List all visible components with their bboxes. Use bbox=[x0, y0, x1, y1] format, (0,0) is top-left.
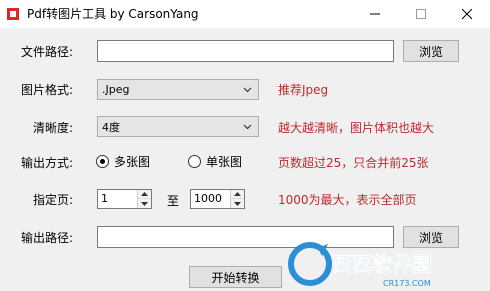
clarity-hint: 越大越清晰，图片体积也越大 bbox=[278, 121, 435, 135]
chevron-down-icon bbox=[243, 124, 252, 130]
title-bar: Pdf转图片工具 by CarsonYang bbox=[0, 0, 490, 28]
clarity-label: 清晰度: bbox=[33, 121, 74, 135]
radio-unselected-icon bbox=[188, 155, 201, 168]
format-hint: 推荐Jpeg bbox=[278, 83, 329, 97]
page-from-down-button[interactable] bbox=[138, 199, 151, 208]
radio-single-label: 单张图 bbox=[206, 155, 243, 169]
page-from-up-button[interactable] bbox=[138, 190, 151, 199]
mode-hint: 页数超过25，只合并前25张 bbox=[278, 156, 429, 170]
file-path-label: 文件路径: bbox=[21, 45, 74, 59]
maximize-icon bbox=[416, 9, 426, 19]
page-to-up-button[interactable] bbox=[231, 190, 244, 199]
format-select[interactable]: .Jpeg bbox=[97, 79, 259, 100]
clarity-select[interactable]: 4度 bbox=[97, 116, 259, 137]
caret-up-icon bbox=[234, 192, 241, 196]
pages-hint: 1000为最大，表示全部页 bbox=[278, 193, 417, 207]
page-to-value: 1000 bbox=[194, 192, 222, 205]
format-select-value: .Jpeg bbox=[102, 83, 130, 96]
page-to-down-button[interactable] bbox=[231, 199, 244, 208]
window-title: Pdf转图片工具 by CarsonYang bbox=[27, 7, 199, 21]
svg-text:西西软件园: 西西软件园 bbox=[332, 252, 432, 276]
page-from-value: 1 bbox=[101, 192, 108, 205]
svg-text:CR173.COM: CR173.COM bbox=[383, 279, 431, 288]
page-to-stepper[interactable]: 1000 bbox=[190, 189, 245, 209]
browse-file-button[interactable]: 浏览 bbox=[403, 40, 459, 62]
close-button[interactable] bbox=[444, 0, 490, 28]
minimize-button[interactable] bbox=[352, 0, 398, 28]
start-convert-button[interactable]: 开始转换 bbox=[189, 266, 282, 288]
maximize-button[interactable] bbox=[398, 0, 444, 28]
radio-single-image[interactable]: 单张图 bbox=[188, 153, 242, 170]
radio-multi-label: 多张图 bbox=[114, 155, 151, 169]
caret-down-icon bbox=[141, 201, 148, 206]
format-label: 图片格式: bbox=[21, 83, 74, 97]
radio-selected-icon bbox=[96, 155, 109, 168]
minimize-icon bbox=[370, 13, 380, 15]
caret-down-icon bbox=[234, 201, 241, 206]
chevron-down-icon bbox=[243, 87, 252, 93]
page-from-stepper[interactable]: 1 bbox=[97, 189, 152, 209]
to-label: 至 bbox=[167, 194, 180, 208]
watermark-logo: 西西软件园 CR173.COM bbox=[288, 242, 432, 288]
radio-multi-image[interactable]: 多张图 bbox=[96, 153, 150, 170]
pages-label: 指定页: bbox=[33, 193, 74, 207]
output-path-label: 输出路径: bbox=[21, 231, 74, 245]
file-path-input[interactable] bbox=[97, 40, 394, 62]
close-icon bbox=[462, 9, 472, 19]
clarity-select-value: 4度 bbox=[102, 120, 120, 134]
caret-up-icon bbox=[141, 192, 148, 196]
app-logo-icon bbox=[7, 8, 19, 20]
output-mode-label: 输出方式: bbox=[21, 156, 74, 170]
